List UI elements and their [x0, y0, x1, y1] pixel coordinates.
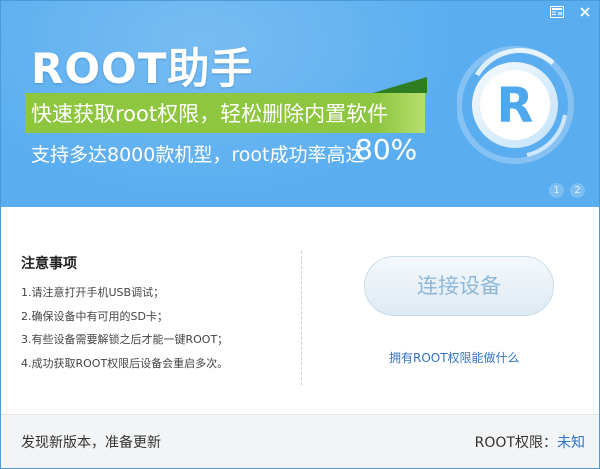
status-bar: 发现新版本，准备更新 ROOT权限：未知	[1, 414, 599, 468]
window-controls	[543, 1, 599, 23]
root-logo-icon: R	[457, 45, 577, 169]
root-info-link[interactable]: 拥有ROOT权限能做什么	[389, 349, 520, 366]
slogan-text: 快速获取root权限，轻松删除内置软件	[31, 102, 389, 126]
root-status-value: 未知	[557, 435, 585, 451]
pager-dot-1[interactable]: 1	[549, 183, 564, 198]
success-rate: 80%	[355, 133, 418, 166]
app-title: ROOT助手	[31, 44, 254, 93]
notes-list: 1.请注意打开手机USB调试； 2.确保设备中有可用的SD卡； 3.有些设备需要…	[21, 285, 291, 379]
vertical-divider	[301, 251, 302, 385]
close-icon[interactable]	[571, 1, 599, 23]
app-window: ROOT助手 快速获取root权限，轻松删除内置软件 支持多达8000款机型，r…	[0, 0, 600, 469]
list-item: 2.确保设备中有可用的SD卡；	[21, 309, 168, 323]
support-text: 支持多达8000款机型，root成功率高达	[31, 144, 365, 166]
notes-panel: 注意事项 1.请注意打开手机USB调试； 2.确保设备中有可用的SD卡； 3.有…	[21, 253, 291, 379]
notes-title: 注意事项	[21, 256, 77, 272]
banner: ROOT助手 快速获取root权限，轻松删除内置软件 支持多达8000款机型，r…	[1, 1, 599, 207]
logo-letter: R	[497, 78, 534, 134]
list-item: 3.有些设备需要解锁之后才能一键ROOT；	[21, 333, 229, 346]
update-status-text: 发现新版本，准备更新	[21, 435, 161, 451]
root-status-label: ROOT权限：	[474, 435, 557, 451]
list-item: 4.成功获取ROOT权限后设备会重启多次。	[21, 356, 229, 370]
banner-pager: 1 2	[549, 183, 585, 198]
pager-dot-2[interactable]: 2	[570, 183, 585, 198]
root-status: ROOT权限：未知	[475, 432, 585, 452]
list-item: 1.请注意打开手机USB调试；	[21, 286, 165, 299]
slogan-ribbon-fold	[373, 77, 427, 93]
connect-device-button[interactable]: 连接设备	[364, 256, 554, 316]
feedback-icon[interactable]	[543, 1, 571, 23]
